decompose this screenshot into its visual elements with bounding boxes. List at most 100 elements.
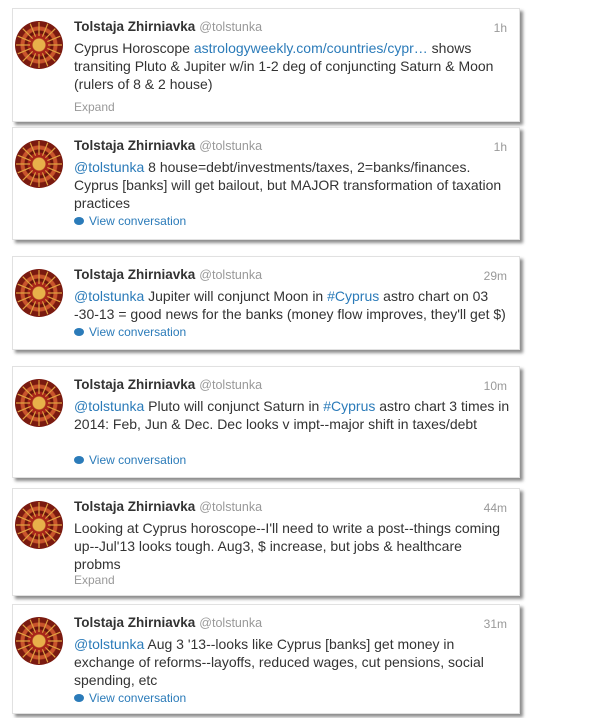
ray <box>17 47 31 55</box>
view-conversation-link[interactable]: View conversation <box>74 453 186 467</box>
mention-link[interactable]: @tolstunka <box>74 636 144 652</box>
ray <box>44 298 56 310</box>
ray <box>22 386 34 398</box>
author-name[interactable]: Tolstaja Zhirniavka @tolstunka <box>74 267 262 282</box>
ray <box>17 295 31 303</box>
timestamp[interactable]: 44m <box>484 501 507 515</box>
sun-stone-pattern <box>16 618 62 664</box>
tweet-card[interactable]: Tolstaja Zhirniavka @tolstunka 10m @tolst… <box>12 366 520 478</box>
ray <box>29 301 37 315</box>
ray <box>17 515 31 523</box>
ray <box>22 298 34 310</box>
author-name[interactable]: Tolstaja Zhirniavka @tolstunka <box>74 19 262 34</box>
ray <box>22 28 34 40</box>
ray <box>44 50 56 62</box>
ray <box>44 28 56 40</box>
ray <box>17 166 31 174</box>
sun-stone-pattern <box>16 380 62 426</box>
ray <box>29 172 37 186</box>
ray <box>22 276 34 288</box>
view-conversation-link[interactable]: View conversation <box>74 691 186 705</box>
timestamp[interactable]: 1h <box>494 21 507 35</box>
tweet-text: Looking at Cyprus horoscope--I'll need t… <box>74 520 500 572</box>
ray <box>17 393 31 401</box>
ray <box>17 35 31 43</box>
speech-bubble-icon <box>74 456 84 464</box>
author-handle[interactable]: @tolstunka <box>199 500 262 514</box>
ray <box>29 271 37 285</box>
ray <box>47 631 61 639</box>
mention-link[interactable]: @tolstunka <box>74 398 144 414</box>
timestamp[interactable]: 1h <box>494 140 507 154</box>
ray <box>17 283 31 291</box>
ray <box>44 147 56 159</box>
ray <box>44 646 56 658</box>
ray <box>22 408 34 420</box>
tweet-card[interactable]: Tolstaja Zhirniavka @tolstunka 44m Lookin… <box>12 488 520 596</box>
author-handle[interactable]: @tolstunka <box>199 20 262 34</box>
mention-link[interactable]: @tolstunka <box>74 288 144 304</box>
avatar[interactable] <box>15 269 63 317</box>
hashtag-link[interactable]: #Cyprus <box>323 398 375 414</box>
ray <box>41 533 49 547</box>
ray <box>44 508 56 520</box>
timestamp[interactable]: 29m <box>484 269 507 283</box>
avatar[interactable] <box>15 140 63 188</box>
view-conversation-link[interactable]: View conversation <box>74 325 186 339</box>
sun-stone-pattern <box>16 270 62 316</box>
ray <box>44 169 56 181</box>
timestamp[interactable]: 31m <box>484 617 507 631</box>
ray <box>44 386 56 398</box>
ray <box>47 283 61 291</box>
ray <box>22 50 34 62</box>
tweet-card[interactable]: Tolstaja Zhirniavka @tolstunka 1h @tolstu… <box>12 127 520 240</box>
avatar[interactable] <box>15 379 63 427</box>
tweet-card[interactable]: Tolstaja Zhirniavka @tolstunka 29m @tolst… <box>12 256 520 350</box>
hashtag-link[interactable]: #Cyprus <box>327 288 379 304</box>
timestamp[interactable]: 10m <box>484 379 507 393</box>
avatar[interactable] <box>15 501 63 549</box>
tweet-text: @tolstunka Jupiter will conjunct Moon in… <box>74 288 506 322</box>
sun-stone-pattern <box>16 502 62 548</box>
author-name[interactable]: Tolstaja Zhirniavka @tolstunka <box>74 615 262 630</box>
author-name[interactable]: Tolstaja Zhirniavka @tolstunka <box>74 499 262 514</box>
tweet-text: @tolstunka 8 house=debt/investments/taxe… <box>74 159 502 211</box>
ray <box>17 527 31 535</box>
ray <box>41 301 49 315</box>
ray <box>47 47 61 55</box>
ray <box>29 503 37 517</box>
author-handle[interactable]: @tolstunka <box>199 139 262 153</box>
speech-bubble-icon <box>74 328 84 336</box>
tweet-card[interactable]: Tolstaja Zhirniavka @tolstunka 1h Cyprus … <box>12 8 520 122</box>
author-handle[interactable]: @tolstunka <box>199 616 262 630</box>
sun-stone-pattern <box>16 22 62 68</box>
ray <box>22 530 34 542</box>
ray <box>41 53 49 67</box>
ray <box>17 631 31 639</box>
author-name[interactable]: Tolstaja Zhirniavka @tolstunka <box>74 138 262 153</box>
ray <box>47 405 61 413</box>
ray <box>29 533 37 547</box>
author-handle[interactable]: @tolstunka <box>199 268 262 282</box>
ray <box>47 295 61 303</box>
author-handle[interactable]: @tolstunka <box>199 378 262 392</box>
ray <box>29 381 37 395</box>
speech-bubble-icon <box>74 217 84 225</box>
ray <box>29 23 37 37</box>
ray <box>44 276 56 288</box>
expand-link[interactable]: Expand <box>74 573 115 587</box>
ray <box>29 53 37 67</box>
view-conversation-link[interactable]: View conversation <box>74 214 186 228</box>
ray <box>41 649 49 663</box>
ray <box>41 23 49 37</box>
mention-link[interactable]: @tolstunka <box>74 159 144 175</box>
expand-link[interactable]: Expand <box>74 100 115 114</box>
avatar[interactable] <box>15 617 63 665</box>
tweet-card[interactable]: Tolstaja Zhirniavka @tolstunka 31m @tolst… <box>12 604 520 714</box>
avatar[interactable] <box>15 21 63 69</box>
ray <box>41 381 49 395</box>
ray <box>41 172 49 186</box>
ray <box>41 503 49 517</box>
link[interactable]: astrologyweekly.com/countries/cypr… <box>194 40 428 56</box>
author-name[interactable]: Tolstaja Zhirniavka @tolstunka <box>74 377 262 392</box>
